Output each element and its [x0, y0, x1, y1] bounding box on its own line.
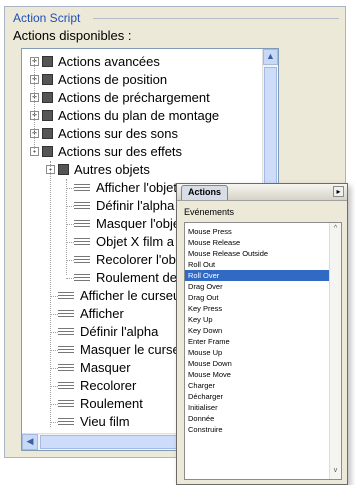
- tree-connector: [50, 296, 58, 297]
- book-icon: [42, 74, 53, 85]
- tree-connector: [66, 278, 74, 279]
- book-icon: [58, 164, 69, 175]
- action-icon: [58, 400, 74, 409]
- event-item[interactable]: Décharger: [185, 391, 329, 402]
- tree-item[interactable]: - Actions sur des effets: [22, 143, 260, 161]
- tree-item-label: Recolorer l'ob: [96, 252, 176, 267]
- tree-connector: [50, 332, 58, 333]
- group-divider: [93, 18, 339, 19]
- tree-item[interactable]: + Actions de préchargement: [22, 89, 260, 107]
- book-icon: [42, 92, 53, 103]
- tree-item[interactable]: + Actions de position: [22, 71, 260, 89]
- tree-item-label: Roulement de: [96, 270, 177, 285]
- event-item[interactable]: Mouse Move: [185, 369, 329, 380]
- tree-connector: [66, 206, 74, 207]
- action-icon: [58, 382, 74, 391]
- tree-connector: [50, 404, 58, 405]
- tree-item-label: Actions du plan de montage: [58, 108, 220, 123]
- book-icon: [42, 56, 53, 67]
- tree-connector: [34, 57, 35, 153]
- tree-item-label: Actions de position: [58, 72, 168, 87]
- event-item[interactable]: Drag Out: [185, 292, 329, 303]
- tree-item-label: Masquer: [80, 360, 131, 375]
- tree-item[interactable]: - Autres objets: [22, 161, 260, 179]
- tree-connector: [50, 386, 58, 387]
- event-item[interactable]: Mouse Press: [185, 226, 329, 237]
- event-item[interactable]: Drag Over: [185, 281, 329, 292]
- tree-item-label: Vieu film: [80, 414, 130, 429]
- tree-item-label: Masquer l'obje: [96, 216, 181, 231]
- action-icon: [74, 220, 90, 229]
- panel-menu-icon[interactable]: ▸: [333, 186, 344, 197]
- tree-connector: [50, 368, 58, 369]
- scroll-left-icon[interactable]: ◀: [22, 434, 38, 450]
- scroll-down-icon[interactable]: v: [330, 467, 341, 477]
- group-title: Action Script: [11, 11, 83, 25]
- tree-connector: [66, 179, 67, 275]
- events-list[interactable]: Mouse Press Mouse Release Mouse Release Ou…: [184, 222, 342, 480]
- tree-item-label: Autres objets: [74, 162, 150, 177]
- tree-connector: [66, 242, 74, 243]
- action-icon: [74, 256, 90, 265]
- tree-item-label: Actions de préchargement: [58, 90, 210, 105]
- tree-item-label: Afficher: [80, 306, 124, 321]
- tree-connector: [66, 188, 74, 189]
- tree-item-label: Actions avancées: [58, 54, 160, 69]
- tree-item[interactable]: + Actions avancées: [22, 53, 260, 71]
- tree-item-label: Définir l'alpha: [80, 324, 159, 339]
- event-item[interactable]: Charger: [185, 380, 329, 391]
- event-item[interactable]: Donnée: [185, 413, 329, 424]
- action-icon: [58, 292, 74, 301]
- action-icon: [58, 364, 74, 373]
- events-scrollbar[interactable]: ^ v: [329, 223, 341, 479]
- action-icon: [58, 310, 74, 319]
- tree-item[interactable]: + Actions du plan de montage: [22, 107, 260, 125]
- event-item[interactable]: Mouse Release Outside: [185, 248, 329, 259]
- available-actions-label: Actions disponibles :: [13, 28, 132, 43]
- action-icon: [74, 274, 90, 283]
- tree-item-label: Recolorer: [80, 378, 137, 393]
- scroll-up-icon[interactable]: ▲: [263, 49, 278, 65]
- actions-popup-panel: Actions ▸ Evénements Mouse Press Mouse Re…: [176, 183, 348, 485]
- book-icon: [42, 146, 53, 157]
- event-item[interactable]: Roll Out: [185, 259, 329, 270]
- tree-item-label: Roulement: [80, 396, 143, 411]
- scroll-up-icon[interactable]: ^: [330, 225, 341, 235]
- event-item[interactable]: Roll Over: [185, 270, 329, 281]
- action-icon: [74, 238, 90, 247]
- book-icon: [42, 128, 53, 139]
- tree-connector: [50, 314, 58, 315]
- popup-header: Actions ▸: [177, 184, 347, 201]
- event-item[interactable]: Key Press: [185, 303, 329, 314]
- tree-item-label: Définir l'alpha: [96, 198, 175, 213]
- tree-connector: [50, 350, 58, 351]
- tree-connector: [50, 422, 58, 423]
- action-icon: [74, 202, 90, 211]
- events-label: Evénements: [184, 207, 235, 217]
- tree-connector: [66, 224, 74, 225]
- action-icon: [74, 184, 90, 193]
- tree-item[interactable]: + Actions sur des sons: [22, 125, 260, 143]
- event-item[interactable]: Key Down: [185, 325, 329, 336]
- action-icon: [58, 346, 74, 355]
- tree-item-label: Actions sur des sons: [58, 126, 178, 141]
- event-item[interactable]: Mouse Down: [185, 358, 329, 369]
- event-item[interactable]: Enter Frame: [185, 336, 329, 347]
- book-icon: [42, 110, 53, 121]
- event-item[interactable]: Construire: [185, 424, 329, 435]
- event-item[interactable]: Mouse Up: [185, 347, 329, 358]
- action-icon: [58, 418, 74, 427]
- tree-item-label: Actions sur des effets: [58, 144, 183, 159]
- tree-connector: [66, 260, 74, 261]
- event-item[interactable]: Key Up: [185, 314, 329, 325]
- action-icon: [58, 328, 74, 337]
- tree-item-label: Masquer le curseu: [80, 342, 187, 357]
- tree-connector: [50, 161, 51, 427]
- tree-item-label: Objet X film a: [96, 234, 175, 249]
- event-item[interactable]: Mouse Release: [185, 237, 329, 248]
- actions-tab[interactable]: Actions: [181, 185, 229, 200]
- tree-item-label: Afficher le curseu: [80, 288, 181, 303]
- event-item[interactable]: Initialiser: [185, 402, 329, 413]
- scroll-thumb-horizontal[interactable]: [40, 435, 190, 449]
